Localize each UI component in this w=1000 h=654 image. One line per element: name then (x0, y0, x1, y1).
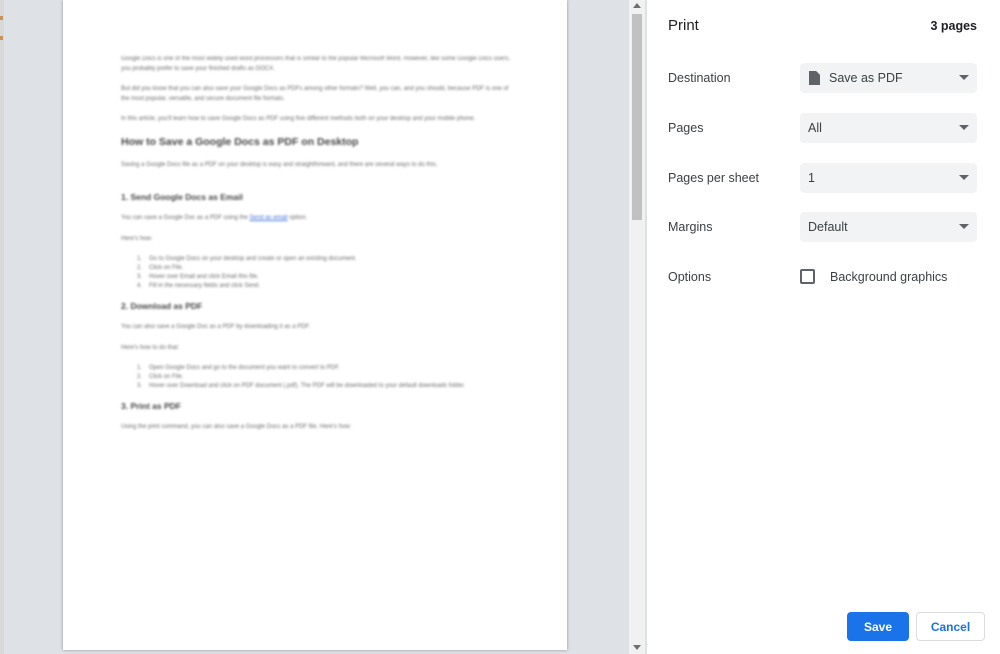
destination-label: Destination (668, 71, 731, 85)
list-item: 2. Click on File. (137, 374, 184, 380)
doc-text: You can save a Google Doc as a PDF using… (121, 215, 250, 221)
doc-section-title: 3. Print as PDF (121, 401, 181, 411)
background-window-edge (0, 0, 4, 654)
background-graphics-label[interactable]: Background graphics (830, 270, 947, 284)
doc-link: Send as email (249, 215, 288, 221)
page-count: 3 pages (930, 19, 977, 33)
dropdown-arrow-icon (959, 125, 969, 130)
cancel-button[interactable]: Cancel (916, 612, 985, 641)
preview-scrollbar[interactable] (629, 0, 645, 654)
doc-section-title: 1. Send Google Docs as Email (121, 192, 243, 202)
doc-paragraph: You can save a Google Doc as a PDF using… (121, 214, 511, 224)
dropdown-arrow-icon (959, 75, 969, 80)
background-graphics-checkbox[interactable] (800, 269, 815, 284)
edge-mark (0, 16, 3, 20)
list-item: 1. Open Google Docs and go to the documen… (137, 365, 340, 371)
doc-paragraph: Here's how: (121, 235, 153, 242)
dialog-title: Print (668, 17, 699, 34)
destination-select[interactable]: Save as PDF (800, 63, 977, 93)
pages-select[interactable]: All (800, 113, 977, 143)
pages-per-sheet-value: 1 (808, 171, 815, 185)
margins-value: Default (808, 220, 848, 234)
doc-list: 1. Open Google Docs and go to the documen… (137, 364, 511, 391)
doc-paragraph: In this article, you'll learn how to sav… (121, 116, 476, 122)
doc-list: 1. Go to Google Docs on your desktop and … (137, 255, 511, 291)
preview-page: Google Docs is one of the most widely us… (63, 0, 567, 650)
list-item: 3. Hover over Email and click Email this … (137, 274, 259, 280)
list-item: 1. Go to Google Docs on your desktop and … (137, 256, 357, 262)
doc-paragraph: Using the print command, you can also sa… (121, 424, 352, 430)
doc-paragraph: Google Docs is one of the most widely us… (121, 56, 511, 72)
document-icon (809, 71, 820, 85)
dropdown-arrow-icon (959, 224, 969, 229)
print-preview-area: Google Docs is one of the most widely us… (0, 0, 647, 654)
pages-per-sheet-label: Pages per sheet (668, 171, 760, 185)
scroll-down-arrow-icon[interactable] (633, 645, 641, 650)
dropdown-arrow-icon (959, 175, 969, 180)
doc-text: option. (287, 215, 308, 221)
margins-label: Margins (668, 220, 713, 234)
doc-paragraph: Here's how to do that: (121, 344, 180, 351)
doc-section-title: 2. Download as PDF (121, 301, 203, 311)
doc-paragraph: You can also save a Google Doc as a PDF … (121, 324, 311, 330)
list-item: 2. Click on File. (137, 265, 184, 271)
list-item: 3. Hover over Download and click on PDF d… (137, 383, 466, 389)
doc-heading: How to Save a Google Docs as PDF on Desk… (121, 135, 359, 148)
page-content: Google Docs is one of the most widely us… (121, 55, 511, 444)
pages-label: Pages (668, 121, 704, 135)
scroll-up-arrow-icon[interactable] (633, 3, 641, 8)
scrollbar-thumb[interactable] (632, 14, 642, 220)
pages-value: All (808, 121, 822, 135)
pages-per-sheet-select[interactable]: 1 (800, 163, 977, 193)
print-settings-sidebar: Print 3 pages Destination Save as PDF Pa… (647, 0, 1000, 654)
list-item: 4. Fill in the necessary fields and click… (137, 283, 261, 289)
doc-paragraph: Saving a Google Docs file as a PDF on yo… (121, 161, 438, 168)
doc-paragraph: But did you know that you can also save … (121, 86, 509, 102)
margins-select[interactable]: Default (800, 212, 977, 242)
destination-value: Save as PDF (829, 71, 903, 85)
save-button[interactable]: Save (847, 612, 909, 641)
options-label: Options (668, 270, 712, 284)
edge-mark (0, 36, 3, 40)
